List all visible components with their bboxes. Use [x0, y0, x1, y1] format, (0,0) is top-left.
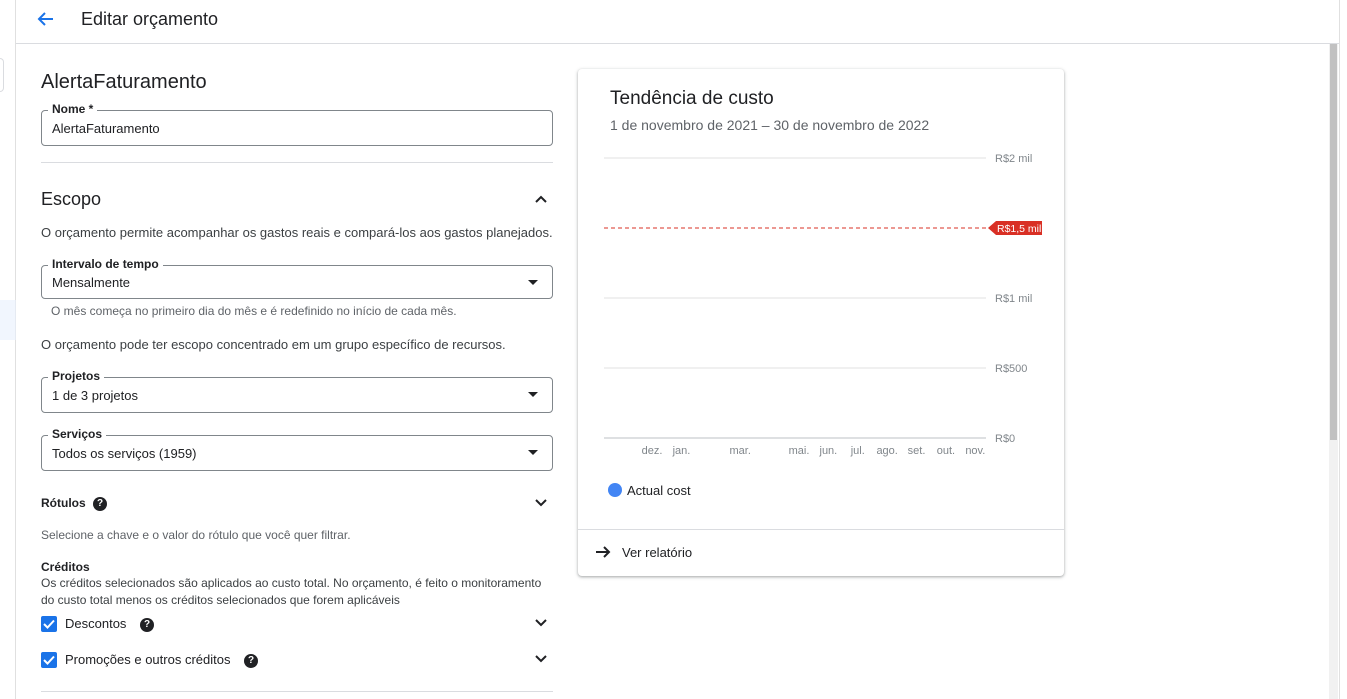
x-tick-label: mar. [730, 445, 751, 457]
labels-description: Selecione a chave e o valor do rótulo qu… [41, 528, 351, 542]
x-tick-label: jul. [850, 445, 865, 457]
interval-select[interactable]: Intervalo de tempo Mensalmente [41, 257, 553, 299]
name-field-value: AlertaFaturamento [52, 121, 160, 136]
x-tick-label: ago. [876, 445, 897, 457]
help-icon[interactable]: ? [140, 617, 155, 632]
scope-heading: Escopo [41, 189, 102, 209]
budget-threshold-label: R$1,5 mil [997, 223, 1041, 235]
chevron-up-icon[interactable] [534, 192, 548, 206]
labels-title: Rótulos [41, 496, 86, 510]
x-tick-label: jun. [819, 445, 838, 457]
name-field[interactable]: Nome * AlertaFaturamento [41, 102, 553, 146]
scope-description: O orçamento permite acompanhar os gastos… [41, 225, 553, 240]
services-label: Serviços [48, 427, 107, 441]
y-tick-label: R$1 mil [995, 293, 1032, 305]
divider [1339, 0, 1340, 699]
projects-label: Projetos [48, 369, 105, 383]
promotions-label-row: Promoções e outros créditos ? [65, 652, 259, 668]
credits-description-2: do custo total menos os créditos selecio… [41, 593, 400, 607]
legend-label: Actual cost [627, 483, 691, 498]
y-tick-label: R$0 [995, 433, 1015, 445]
dropdown-caret-icon [528, 450, 538, 455]
promotions-checkbox[interactable] [41, 652, 57, 668]
cost-trend-chart: R$0 R$500 R$1 mil R$2 mil R$1,5 mil dez. jan. m… [604, 153, 1042, 457]
chevron-down-icon[interactable] [534, 616, 548, 630]
divider [578, 529, 1064, 530]
projects-value: 1 de 3 projetos [52, 388, 139, 403]
dropdown-caret-icon [528, 392, 538, 397]
view-report-link[interactable]: Ver relatório [622, 545, 692, 560]
labels-section: Rótulos ? [41, 496, 108, 511]
nav-collapsed-item[interactable] [0, 58, 4, 92]
check-icon [43, 619, 55, 629]
help-icon[interactable]: ? [244, 653, 259, 668]
services-value: Todos os serviços (1959) [52, 446, 197, 461]
discounts-label: Descontos [65, 616, 127, 631]
resource-description: O orçamento pode ter escopo concentrado … [41, 337, 506, 352]
scrollbar[interactable] [1329, 44, 1338, 699]
x-tick-label: mai. [789, 445, 810, 457]
x-tick-label: nov. [965, 445, 985, 457]
check-icon [43, 655, 55, 665]
y-tick-label: R$2 mil [995, 153, 1032, 165]
x-tick-label: jan. [672, 445, 691, 457]
projects-select[interactable]: Projetos 1 de 3 projetos [41, 369, 553, 413]
chevron-down-icon[interactable] [534, 496, 548, 510]
scrollbar-thumb[interactable] [1330, 44, 1337, 440]
divider [41, 162, 553, 163]
promotions-label: Promoções e outros créditos [65, 652, 231, 667]
interval-label: Intervalo de tempo [48, 257, 163, 271]
interval-hint: O mês começa no primeiro dia do mês e é … [51, 304, 457, 318]
services-select[interactable]: Serviços Todos os serviços (1959) [41, 427, 553, 471]
left-nav-edge [0, 0, 16, 699]
legend-swatch [608, 483, 622, 497]
budget-name-heading: AlertaFaturamento [41, 71, 207, 93]
dropdown-caret-icon [528, 280, 538, 285]
nav-active-item[interactable] [0, 300, 16, 340]
help-icon[interactable]: ? [93, 496, 108, 511]
cost-trend-card: Tendência de custo 1 de novembro de 2021… [578, 69, 1064, 576]
arrow-right-icon [596, 546, 611, 558]
x-tick-label: set. [908, 445, 926, 457]
credits-title: Créditos [41, 560, 90, 574]
x-tick-label: out. [937, 445, 955, 457]
credits-description-1: Os créditos selecionados são aplicados a… [41, 576, 542, 590]
x-tick-label: dez. [642, 445, 663, 457]
chevron-down-icon[interactable] [534, 652, 548, 666]
interval-value: Mensalmente [52, 275, 131, 290]
discounts-checkbox[interactable] [41, 616, 57, 632]
y-tick-label: R$500 [995, 363, 1027, 375]
divider [41, 691, 553, 692]
name-field-label: Nome * [48, 102, 98, 116]
back-arrow-icon[interactable] [36, 9, 56, 29]
discounts-label-row: Descontos ? [65, 616, 155, 632]
page-title: Editar orçamento [81, 9, 219, 29]
